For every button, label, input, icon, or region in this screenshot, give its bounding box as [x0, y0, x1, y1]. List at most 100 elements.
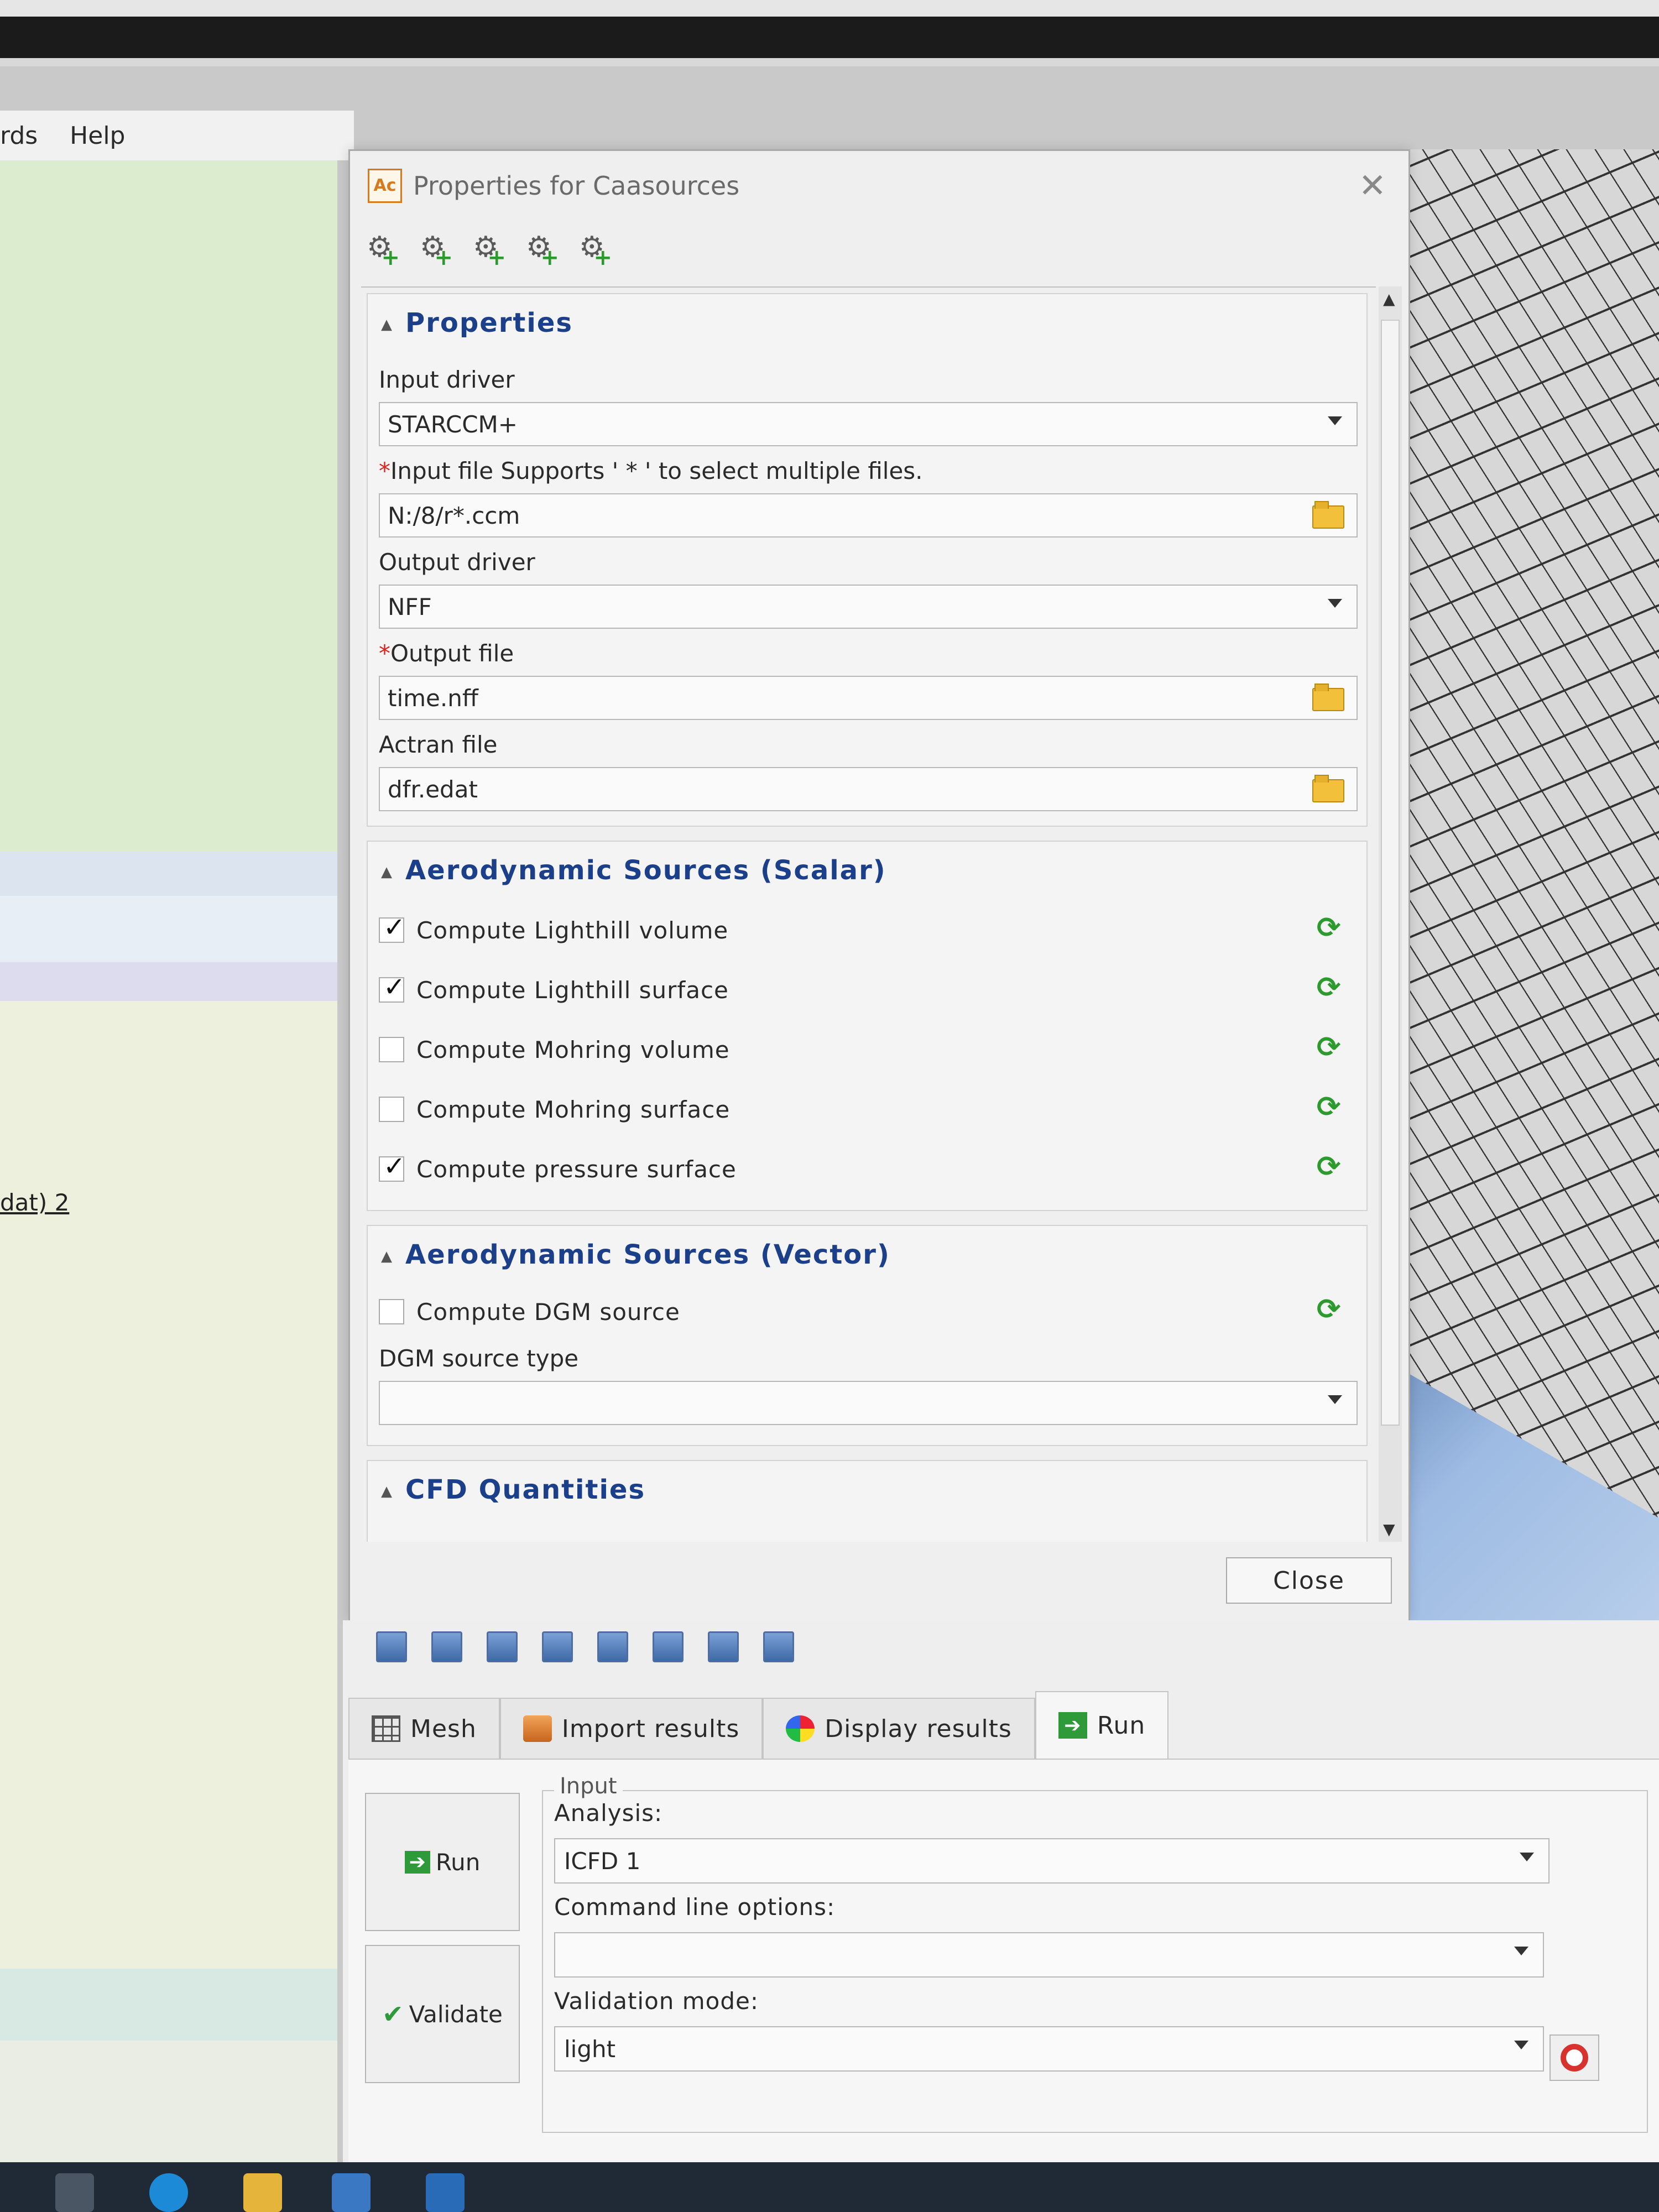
refresh-icon[interactable] [1317, 1031, 1342, 1064]
toolbar-icon[interactable] [763, 1631, 794, 1662]
checkbox-label: Compute Lighthill volume [416, 916, 729, 944]
add-gear-icon[interactable] [579, 231, 612, 270]
required-marker: * [379, 640, 390, 667]
mail-icon[interactable] [426, 2173, 465, 2212]
mesh-icon [372, 1715, 400, 1742]
tree-band [0, 962, 337, 1001]
section-header-cfd[interactable]: ▲ CFD Quantities [381, 1474, 645, 1505]
refresh-icon[interactable] [1317, 1293, 1342, 1326]
output-file-field[interactable]: time.nff [379, 676, 1358, 720]
file-explorer-icon[interactable] [243, 2173, 282, 2212]
checkbox-row[interactable]: Compute Mohring volume [379, 1031, 1352, 1066]
actran-file-value: dfr.edat [388, 775, 478, 803]
checkbox-row[interactable]: Compute Lighthill volume [379, 911, 1352, 947]
menu-item-wizards[interactable]: rds [0, 122, 38, 150]
folder-open-icon[interactable] [1312, 775, 1344, 802]
close-button[interactable]: Close [1226, 1557, 1392, 1604]
tree-band [0, 852, 337, 896]
chevron-down-icon [1520, 1853, 1534, 1861]
checkbox-lighthill-surface[interactable] [379, 972, 406, 1003]
checkbox-label: Compute pressure surface [416, 1155, 737, 1183]
dialog-titlebar: Ac Properties for Caasources ✕ [350, 151, 1408, 220]
tree-band [0, 1969, 337, 2041]
checkbox-label: Compute Mohring surface [416, 1095, 731, 1123]
run-button[interactable]: ➔ Run [365, 1793, 520, 1931]
add-gear-icon[interactable] [420, 231, 453, 270]
tab-label: Mesh [410, 1714, 477, 1743]
task-view-icon[interactable] [55, 2173, 94, 2212]
checkbox-pressure-surface[interactable] [379, 1151, 406, 1182]
checkbox-mohring-volume[interactable] [379, 1037, 404, 1062]
analysis-value: ICFD 1 [564, 1847, 641, 1875]
folder-open-icon[interactable] [1312, 684, 1344, 711]
tree-item-link[interactable]: dat) 2 [0, 1189, 69, 1216]
tab-mesh[interactable]: Mesh [348, 1698, 500, 1759]
output-driver-select[interactable]: NFF [379, 585, 1358, 629]
checkbox-lighthill-volume[interactable] [379, 912, 406, 943]
toolbar-icon[interactable] [487, 1631, 518, 1662]
scroll-down-icon[interactable]: ▼ [1383, 1520, 1395, 1538]
refresh-icon[interactable] [1317, 1091, 1342, 1124]
properties-scroll-area: ▲ Properties Input driver STARCCM+ *Input… [361, 286, 1376, 1542]
chevron-down-icon [1328, 416, 1342, 425]
section-header-aero-vector[interactable]: ▲ Aerodynamic Sources (Vector) [381, 1239, 890, 1270]
toolbar-icon[interactable] [597, 1631, 628, 1662]
analysis-select[interactable]: ICFD 1 [554, 1838, 1550, 1884]
chevron-down-icon [1514, 1947, 1528, 1955]
refresh-icon[interactable] [1317, 911, 1342, 945]
vertical-scrollbar[interactable]: ▲ ▼ [1379, 286, 1402, 1542]
dgm-type-select[interactable] [379, 1381, 1358, 1425]
left-tree-panel: dat) 2 [0, 160, 337, 2168]
collapse-caret-icon: ▲ [381, 1248, 393, 1265]
tab-run[interactable]: ➔ Run [1035, 1691, 1169, 1759]
folder-open-icon[interactable] [1312, 501, 1344, 529]
toolbar-icon[interactable] [542, 1631, 573, 1662]
checkbox-mohring-surface[interactable] [379, 1097, 404, 1122]
output-file-label: *Output file [379, 640, 514, 667]
cmd-options-combo[interactable] [554, 1932, 1544, 1978]
toolbar-icon[interactable] [431, 1631, 462, 1662]
3d-viewport[interactable] [1405, 149, 1659, 1620]
store-icon[interactable] [332, 2173, 371, 2212]
validate-button-label: Validate [409, 2000, 503, 2028]
tab-label: Import results [561, 1714, 740, 1743]
toolbar-icon[interactable] [708, 1631, 739, 1662]
scrollbar-thumb[interactable] [1381, 320, 1400, 1426]
help-button[interactable] [1550, 2034, 1599, 2081]
tab-bar: Mesh Import results Display results ➔ Ru… [348, 1691, 1169, 1759]
close-icon[interactable]: ✕ [1359, 166, 1386, 205]
refresh-icon[interactable] [1317, 971, 1342, 1004]
add-gear-icon[interactable] [526, 231, 559, 270]
tree-band [0, 160, 337, 852]
checkbox-row[interactable]: Compute pressure surface [379, 1150, 1352, 1186]
validation-mode-select[interactable]: light [554, 2026, 1544, 2072]
scroll-up-icon[interactable]: ▲ [1383, 290, 1395, 308]
add-gear-icon[interactable] [473, 231, 506, 270]
tree-band [0, 1001, 337, 1969]
dialog-toolbar [367, 231, 612, 270]
refresh-icon[interactable] [1317, 1150, 1342, 1183]
checkbox-dgm-source[interactable] [379, 1299, 404, 1324]
input-driver-select[interactable]: STARCCM+ [379, 402, 1358, 446]
cfd-section: ▲ CFD Quantities [367, 1460, 1368, 1542]
tab-display-results[interactable]: Display results [763, 1698, 1035, 1759]
add-gear-icon[interactable] [367, 231, 400, 270]
output-file-label-text: Output file [390, 640, 514, 667]
dialog-title: Properties for Caasources [413, 170, 740, 201]
checkbox-row[interactable]: Compute DGM source [379, 1293, 1352, 1328]
section-header-aero-scalar[interactable]: ▲ Aerodynamic Sources (Scalar) [381, 855, 886, 886]
actran-file-field[interactable]: dfr.edat [379, 767, 1358, 811]
collapse-caret-icon: ▲ [381, 1483, 393, 1500]
validate-button[interactable]: ✔ Validate [365, 1945, 520, 2083]
tab-import-results[interactable]: Import results [499, 1698, 763, 1759]
toolbar-icon[interactable] [653, 1631, 684, 1662]
checkbox-row[interactable]: Compute Lighthill surface [379, 971, 1352, 1006]
collapse-caret-icon: ▲ [381, 864, 393, 880]
checkbox-row[interactable]: Compute Mohring surface [379, 1091, 1352, 1126]
edge-browser-icon[interactable] [149, 2173, 188, 2212]
input-file-field[interactable]: N:/8/r*.ccm [379, 493, 1358, 538]
toolbar-icon[interactable] [376, 1631, 407, 1662]
section-header-properties[interactable]: ▲ Properties [381, 307, 573, 338]
validation-mode-value: light [564, 2035, 616, 2063]
menu-item-help[interactable]: Help [70, 122, 125, 150]
